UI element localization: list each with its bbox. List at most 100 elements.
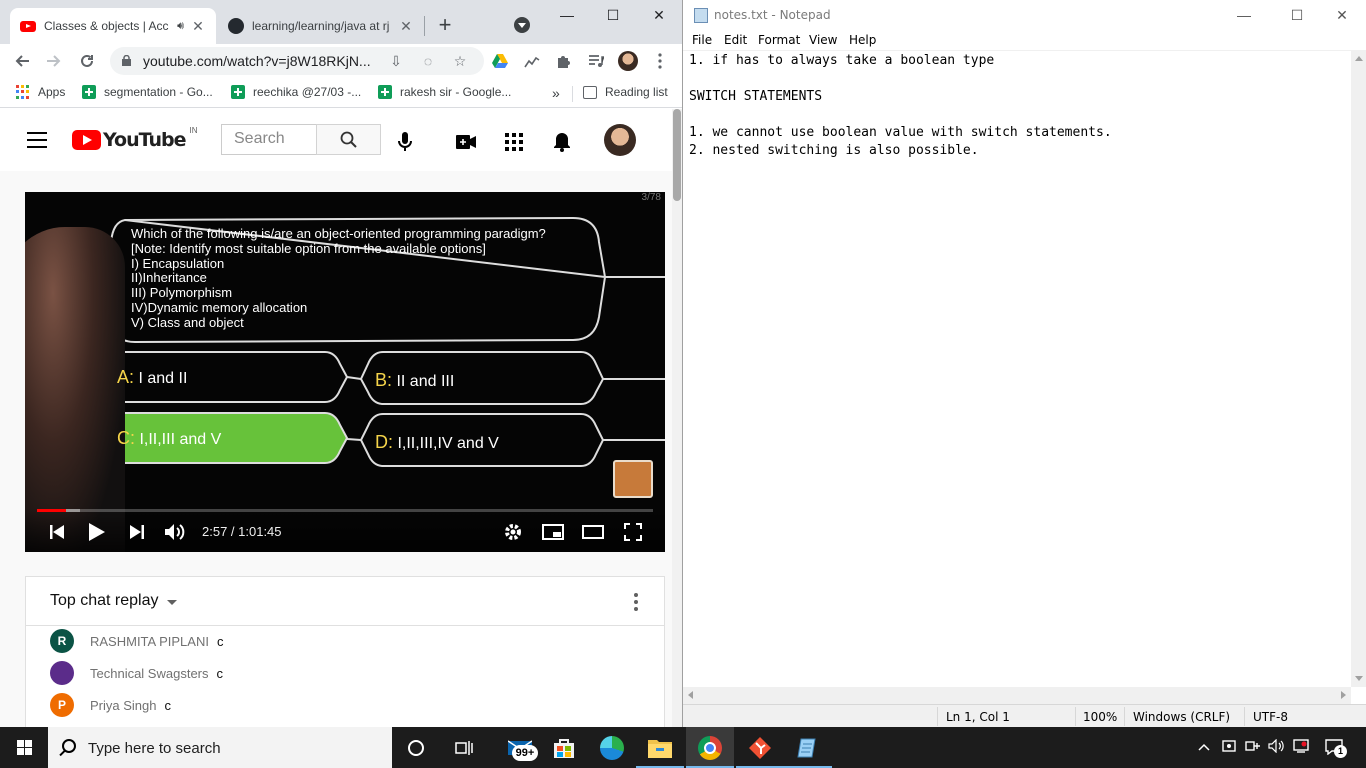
media-control-icon[interactable] — [584, 49, 608, 73]
minimize-button[interactable]: — — [544, 0, 590, 30]
bookmark-label: reechika @27/03 -... — [253, 85, 362, 99]
chrome-taskbar-icon[interactable] — [686, 727, 734, 768]
google-drive-icon[interactable] — [488, 49, 512, 73]
notifications-bell-icon[interactable] — [550, 130, 574, 154]
menu-hamburger-icon[interactable] — [27, 132, 47, 148]
taskbar-search-box[interactable]: Type here to search — [48, 727, 392, 768]
next-icon[interactable] — [125, 520, 149, 544]
new-tab-button[interactable]: + — [433, 13, 457, 37]
display-settings-icon[interactable] — [1293, 739, 1309, 756]
menu-format[interactable]: Format — [758, 33, 800, 47]
chat-author[interactable]: Priya Singh — [90, 698, 156, 713]
theater-mode-icon[interactable] — [581, 520, 605, 544]
more-options-icon[interactable] — [634, 593, 638, 611]
close-window-button[interactable]: ✕ — [636, 0, 682, 30]
profile-avatar[interactable] — [616, 49, 640, 73]
menu-file[interactable]: File — [692, 33, 712, 47]
chat-replay-panel: Top chat replay R RASHMITA PIPLANI c Tec… — [25, 576, 665, 727]
maximize-button[interactable]: ☐ — [1274, 0, 1320, 30]
chat-mode-selector[interactable]: Top chat replay — [50, 592, 159, 610]
apps-icon[interactable] — [502, 130, 526, 154]
fullscreen-icon[interactable] — [621, 520, 645, 544]
chrome-menu-icon[interactable] — [648, 49, 672, 73]
task-view-icon[interactable] — [440, 727, 488, 768]
chat-author[interactable]: Technical Swagsters — [90, 666, 209, 681]
close-window-button[interactable]: ✕ — [1319, 0, 1365, 30]
bookmark-segmentation[interactable]: segmentation - Go... — [82, 85, 213, 99]
bookmark-reechika[interactable]: reechika @27/03 -... — [231, 85, 361, 99]
sheets-icon — [82, 85, 96, 99]
avatar[interactable]: P — [50, 693, 74, 717]
microphone-icon[interactable] — [393, 130, 417, 154]
meet-now-icon[interactable] — [1222, 739, 1236, 756]
settings-gear-icon[interactable] — [501, 520, 525, 544]
bookmark-apps[interactable]: Apps — [16, 85, 65, 99]
channel-watermark-icon[interactable] — [613, 460, 653, 498]
tab-github[interactable]: learning/learning/java at rj ✕ — [218, 8, 424, 44]
create-video-icon[interactable] — [454, 130, 478, 154]
page-scrollbar[interactable] — [672, 109, 682, 727]
menu-edit[interactable]: Edit — [724, 33, 747, 47]
reading-list-button[interactable]: Reading list — [583, 85, 668, 99]
taskbar: Type here to search 1 — [0, 727, 1366, 768]
edge-browser-icon[interactable] — [588, 727, 636, 768]
previous-icon[interactable] — [45, 520, 69, 544]
youtube-logo[interactable]: YouTube IN — [72, 126, 197, 151]
minimize-button[interactable]: — — [1221, 0, 1267, 30]
cortana-icon[interactable] — [392, 727, 440, 768]
file-explorer-icon[interactable] — [636, 727, 684, 768]
scroll-left-icon[interactable] — [688, 691, 693, 699]
progress-bar[interactable] — [37, 509, 653, 512]
tab-search-icon[interactable] — [514, 17, 530, 33]
action-center-icon[interactable]: 1 — [1325, 739, 1347, 758]
chevron-down-icon[interactable] — [167, 600, 177, 605]
youtube-icon — [20, 18, 36, 34]
bookmark-rakesh[interactable]: rakesh sir - Google... — [378, 85, 511, 99]
account-avatar[interactable] — [604, 124, 636, 156]
avatar[interactable] — [50, 661, 74, 685]
status-divider — [1124, 707, 1125, 726]
volume-icon[interactable] — [164, 520, 188, 544]
start-button[interactable] — [0, 727, 48, 768]
tab-youtube[interactable]: Classes & objects | Acc 🔊︎ ✕ — [10, 8, 216, 44]
store-icon[interactable] — [540, 727, 588, 768]
menu-view[interactable]: View — [809, 33, 837, 47]
line-ending: Windows (CRLF) — [1133, 710, 1231, 724]
bookmark-star-icon[interactable]: ☆ — [452, 53, 468, 69]
show-hidden-icons-chevron-icon[interactable] — [1198, 739, 1210, 754]
tab-title: learning/learning/java at rj — [252, 19, 390, 33]
notepad-taskbar-icon[interactable] — [784, 727, 832, 768]
more-bookmarks-button[interactable]: » — [552, 85, 560, 101]
close-tab-icon[interactable]: ✕ — [398, 18, 414, 35]
scroll-right-icon[interactable] — [1341, 691, 1346, 699]
horizontal-scrollbar[interactable] — [683, 687, 1351, 704]
audio-playing-icon[interactable]: 🔊︎ — [177, 20, 184, 33]
install-icon[interactable]: ⇩ — [388, 53, 404, 69]
scroll-down-icon[interactable] — [1355, 676, 1363, 681]
vertical-scrollbar[interactable] — [1351, 50, 1366, 687]
git-icon[interactable] — [736, 727, 784, 768]
video-player[interactable]: 3/78 Which of the following is/are an ob… — [25, 192, 665, 552]
forward-arrow-icon[interactable] — [42, 49, 66, 73]
scroll-up-icon[interactable] — [1355, 56, 1363, 61]
analytics-icon[interactable] — [520, 49, 544, 73]
close-tab-icon[interactable]: ✕ — [190, 18, 206, 35]
maximize-button[interactable]: ☐ — [590, 0, 636, 30]
avatar[interactable]: R — [50, 629, 74, 653]
menu-help[interactable]: Help — [849, 33, 876, 47]
option-text: I and II — [138, 370, 188, 387]
scrollbar-thumb[interactable] — [673, 109, 681, 201]
play-icon[interactable] — [85, 520, 109, 544]
address-bar[interactable]: youtube.com/watch?v=j8W18RKjN... ⇩ ◌ ☆ — [110, 47, 484, 75]
network-icon[interactable] — [1245, 739, 1261, 756]
reload-icon[interactable] — [75, 49, 99, 73]
search-input[interactable]: Search — [221, 124, 317, 155]
chat-author[interactable]: RASHMITA PIPLANI — [90, 634, 209, 649]
search-button[interactable] — [316, 124, 381, 155]
back-arrow-icon[interactable] — [10, 49, 34, 73]
extensions-puzzle-icon[interactable] — [552, 49, 576, 73]
eye-off-icon[interactable]: ◌ — [420, 53, 436, 69]
text-editor[interactable]: 1. if has to always take a boolean type … — [683, 50, 1351, 687]
miniplayer-icon[interactable] — [541, 520, 565, 544]
volume-icon[interactable] — [1268, 738, 1286, 756]
